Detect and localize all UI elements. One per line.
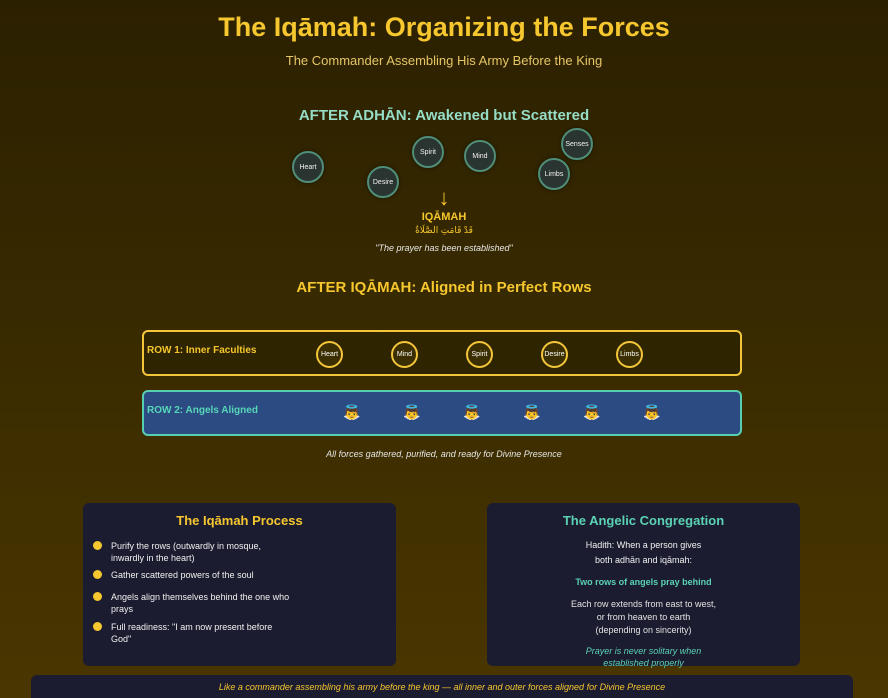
bullet-icon [93, 570, 102, 579]
process-panel-title: The Iqāmah Process [176, 513, 303, 528]
bullet-icon [93, 622, 102, 631]
scattered-node-senses: Senses [561, 128, 593, 160]
bullet-icon [93, 541, 102, 550]
scattered-node-mind: Mind [464, 140, 496, 172]
row2-label: ROW 2: Angels Aligned [147, 405, 258, 416]
row-angels-aligned: ROW 2: Angels Aligned 👼 👼 👼 👼 👼 👼 [142, 390, 742, 436]
hadith-line-1: Hadith: When a person gives [585, 540, 702, 550]
faculty-spirit: Spirit [466, 341, 493, 368]
row-inner-faculties: ROW 1: Inner Faculties Heart Mind Spirit… [142, 330, 742, 376]
row1-label: ROW 1: Inner Faculties [147, 345, 257, 356]
faculty-desire: Desire [541, 341, 568, 368]
detail-line-2: or from heaven to earth [596, 612, 691, 622]
bullet-icon [93, 592, 102, 601]
footer-text: Like a commander assembling his army bef… [218, 682, 666, 692]
note-line-1: Prayer is never solitary when [585, 646, 702, 656]
hadith-line-2: both adhān and iqāmah: [594, 555, 693, 565]
faculty-mind: Mind [391, 341, 418, 368]
process-step-text: Full readiness: "I am now present before… [111, 622, 273, 644]
faculty-limbs: Limbs [616, 341, 643, 368]
angels-highlight: Two rows of angels pray behind [575, 577, 712, 587]
down-arrow-icon: ↓ [438, 185, 450, 210]
angel-icon: 👼 [403, 404, 421, 420]
iqamah-process-panel: The Iqāmah Process Purify the rows (outw… [83, 503, 396, 666]
iqamah-translation: "The prayer has been established" [375, 243, 513, 253]
detail-line-3: (depending on sincerity) [595, 625, 692, 635]
process-step-text: Angels align themselves behind the one w… [111, 592, 290, 614]
scattered-node-spirit: Spirit [412, 136, 444, 168]
angelic-congregation-panel: The Angelic Congregation Hadith: When a … [487, 503, 800, 668]
iqamah-label: IQĀMAH [421, 211, 467, 223]
iqamah-arabic-text: قَدْ قَامَتِ الصَّلَاةُ [415, 225, 473, 235]
footer-banner: Like a commander assembling his army bef… [31, 675, 853, 698]
angel-icon: 👼 [643, 404, 661, 420]
angel-icon: 👼 [523, 404, 541, 420]
angel-icon: 👼 [583, 404, 601, 420]
angelic-panel-title: The Angelic Congregation [562, 513, 725, 528]
detail-line-1: Each row extends from east to west, [570, 599, 717, 609]
scattered-heading: AFTER ADHĀN: Awakened but Scattered [298, 107, 590, 124]
aligned-caption: All forces gathered, purified, and ready… [326, 449, 562, 459]
page-title: The Iqāmah: Organizing the Forces [218, 12, 670, 42]
aligned-heading: AFTER IQĀMAH: Aligned in Perfect Rows [296, 279, 592, 296]
faculty-heart: Heart [316, 341, 343, 368]
angel-icon: 👼 [343, 404, 361, 420]
process-step-text: Gather scattered powers of the soul [111, 570, 254, 580]
process-step-text: Purify the rows (outwardly in mosque, in… [111, 541, 262, 563]
scattered-node-heart: Heart [292, 151, 324, 183]
page-subtitle: The Commander Assembling His Army Before… [285, 53, 603, 68]
angel-icon: 👼 [463, 404, 481, 420]
note-line-2: established properly [603, 658, 684, 668]
